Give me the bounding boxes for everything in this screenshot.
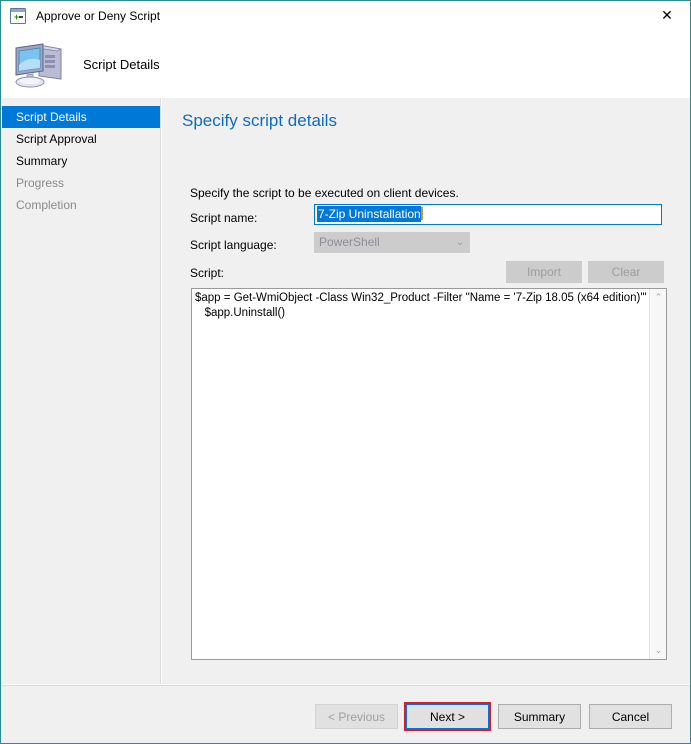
- header-title: Script Details: [83, 57, 160, 72]
- scroll-up-icon[interactable]: ⌃: [650, 289, 666, 306]
- wizard-step-list: Script Details Script Approval Summary P…: [2, 98, 161, 684]
- computer-monitor-icon: [11, 39, 67, 91]
- sidebar-item-progress: Progress: [16, 176, 65, 190]
- summary-button[interactable]: Summary: [498, 704, 581, 729]
- script-language-label: Script language:: [190, 238, 277, 252]
- cancel-button[interactable]: Cancel: [589, 704, 672, 729]
- import-button[interactable]: Import: [506, 261, 582, 283]
- script-scrollbar[interactable]: ⌃ ⌄: [649, 289, 666, 659]
- script-language-select[interactable]: PowerShell ⌄: [314, 232, 470, 253]
- sidebar-item-summary[interactable]: Summary: [2, 150, 160, 172]
- next-button[interactable]: Next >: [406, 704, 489, 729]
- clear-button[interactable]: Clear: [588, 261, 664, 283]
- intro-text: Specify the script to be executed on cli…: [190, 186, 459, 200]
- window-title: Approve or Deny Script: [36, 9, 161, 23]
- sidebar-item-completion: Completion: [16, 198, 77, 212]
- approve-or-deny-script-window: + Approve or Deny Script ✕ Script Detail…: [0, 0, 691, 744]
- wizard-header: Script Details: [2, 31, 690, 98]
- script-name-value: 7-Zip Uninstallation: [317, 206, 421, 222]
- close-icon[interactable]: ✕: [644, 1, 690, 30]
- text-caret: [420, 207, 423, 220]
- script-name-label: Script name:: [190, 211, 258, 225]
- wizard-footer: < Previous Next > Summary Cancel: [2, 685, 690, 743]
- sidebar-item-script-details[interactable]: Script Details: [2, 106, 160, 128]
- script-content[interactable]: $app = Get-WmiObject -Class Win32_Produc…: [195, 291, 647, 321]
- script-label: Script:: [190, 266, 225, 280]
- sidebar-item-script-approval[interactable]: Script Approval: [2, 128, 160, 150]
- scroll-down-icon[interactable]: ⌄: [650, 642, 666, 659]
- page-title: Specify script details: [182, 111, 337, 130]
- script-editor[interactable]: $app = Get-WmiObject -Class Win32_Produc…: [191, 288, 667, 660]
- previous-button: < Previous: [315, 704, 398, 729]
- chevron-down-icon: ⌄: [455, 237, 465, 248]
- script-window-icon: +: [10, 8, 26, 24]
- title-bar: + Approve or Deny Script ✕: [1, 1, 690, 31]
- script-language-value: PowerShell: [319, 235, 380, 249]
- script-name-input[interactable]: 7-Zip Uninstallation: [314, 204, 662, 225]
- content-panel: Specify script details Specify the scrip…: [162, 98, 690, 684]
